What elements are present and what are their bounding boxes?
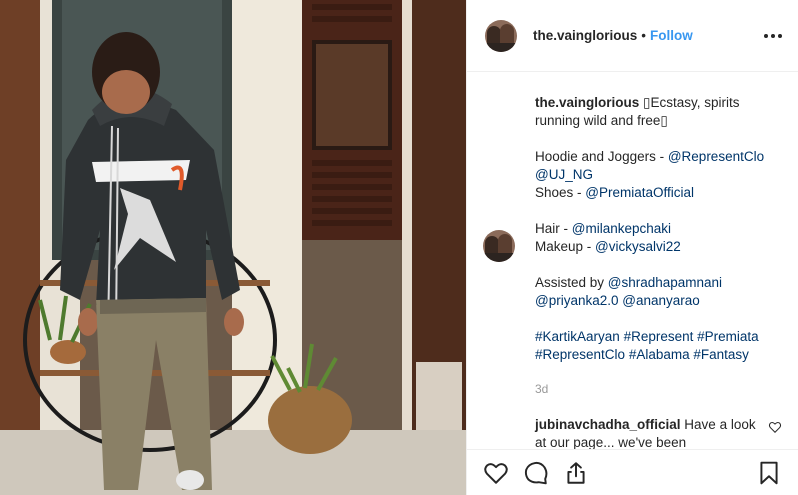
caption: the.vainglorious ▯Ecstasy, spirits runni… [483, 94, 782, 398]
mention-representclo[interactable]: @RepresentClo [668, 149, 764, 164]
hair-label: Hair - [535, 221, 572, 236]
post-sidebar: the.vainglorious • Follow the.vainglorio… [466, 0, 798, 495]
follow-button[interactable]: Follow [650, 28, 693, 43]
comment-item: jubinavchadha_official Have a look at ou… [535, 416, 782, 449]
post-photo[interactable] [0, 0, 466, 495]
hashtag[interactable]: #Premiata [697, 329, 759, 344]
mention-priyanka[interactable]: @priyanka2.0 [535, 293, 619, 308]
hoodie-label: Hoodie and Joggers - [535, 149, 668, 164]
bookmark-icon[interactable] [756, 460, 782, 486]
header-username[interactable]: the.vainglorious [533, 28, 637, 43]
hashtag[interactable]: #Alabama [629, 347, 690, 362]
post-image [0, 0, 466, 495]
more-horizontal-icon[interactable] [764, 28, 782, 44]
assisted-label: Assisted by [535, 275, 608, 290]
hashtags-line2: #RepresentClo #Alabama #Fantasy [535, 346, 782, 364]
mention-uj-ng[interactable]: @UJ_NG [535, 167, 593, 182]
makeup-label: Makeup - [535, 239, 596, 254]
hashtags-line1: #KartikAaryan #Represent #Premiata [535, 328, 782, 346]
avatar[interactable] [485, 19, 517, 52]
shoes-label: Shoes - [535, 185, 586, 200]
mention-vickysalvi22[interactable]: @vickysalvi22 [595, 239, 681, 254]
hashtag[interactable]: #RepresentClo [535, 347, 625, 362]
post-timestamp[interactable]: 3d [535, 380, 782, 398]
share-icon[interactable] [563, 460, 589, 486]
mention-premiataofficial[interactable]: @PremiataOfficial [585, 185, 694, 200]
caption-username[interactable]: the.vainglorious [535, 95, 639, 110]
caption-avatar[interactable] [483, 230, 515, 262]
mention-milankepchaki[interactable]: @milankepchaki [572, 221, 671, 236]
post-header: the.vainglorious • Follow [467, 0, 798, 72]
separator-dot: • [641, 28, 646, 43]
hashtag[interactable]: #KartikAaryan [535, 329, 620, 344]
comment-icon[interactable] [523, 460, 549, 486]
hashtag[interactable]: #Fantasy [693, 347, 749, 362]
heart-icon[interactable] [768, 420, 782, 434]
comments-section: the.vainglorious ▯Ecstasy, spirits runni… [467, 72, 798, 449]
mention-ananyarao[interactable]: @ananyarao [622, 293, 700, 308]
action-bar [467, 449, 798, 495]
hashtag[interactable]: #Represent [624, 329, 694, 344]
comment-username[interactable]: jubinavchadha_official [535, 417, 681, 432]
mention-shradhapamnani[interactable]: @shradhapamnani [608, 275, 722, 290]
heart-icon[interactable] [483, 460, 509, 486]
